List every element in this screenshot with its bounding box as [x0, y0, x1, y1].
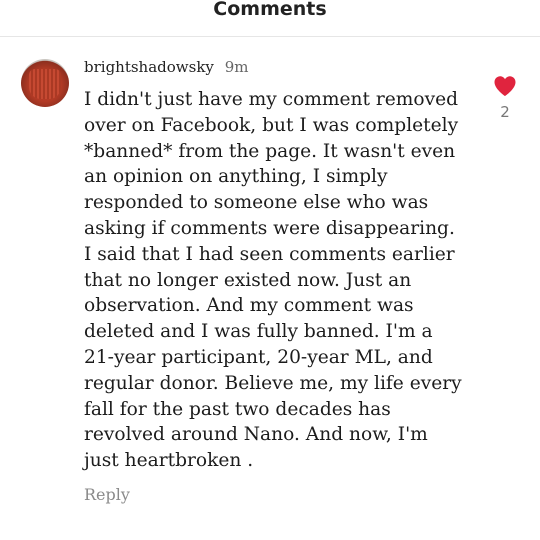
comment-line: asking if comments were disappearing.	[84, 217, 455, 239]
comment-item: brightshadowsky 9m I didn't just have my…	[0, 37, 540, 540]
comment-line: I didn't just have my comment removed	[84, 89, 459, 110]
avatar-image	[29, 69, 61, 99]
comment-line: responded to someone else who was	[84, 192, 429, 214]
comment-line: an opinion on anything, I simply	[84, 166, 388, 188]
reply-button[interactable]: Reply	[84, 485, 130, 505]
comment-line: over on Facebook, but I was completely	[84, 114, 459, 136]
comment-line: regular donor. Believe me, my life every	[84, 372, 462, 394]
comment-line: *banned* from the page. It wasn't even	[84, 140, 456, 162]
comment-username[interactable]: brightshadowsky	[84, 58, 214, 76]
page-title: Comments	[213, 0, 327, 20]
comment-line: that no longer existed now. Just an	[84, 269, 412, 291]
header-bar: Comments	[0, 0, 540, 37]
comment-timestamp: 9m	[224, 58, 249, 76]
comment-body: I didn't just have my comment removed ov…	[84, 87, 484, 474]
comment-line: I said that I had seen comments earlier	[84, 243, 455, 265]
comment-line: fall for the past two decades has	[84, 398, 391, 420]
comment-line: 21-year participant, 20-year ML, and	[84, 346, 433, 368]
comment-line: just heartbroken .	[84, 450, 254, 472]
comment-line: revolved around Nano. And now, I'm	[84, 424, 428, 446]
comment-line: observation. And my comment was	[84, 295, 414, 317]
heart-icon	[494, 76, 516, 96]
like-button[interactable]: 2	[490, 75, 520, 121]
comment-meta: brightshadowsky 9m	[84, 57, 248, 77]
comment-line: deleted and I was fully banned. I'm a	[84, 321, 433, 343]
avatar[interactable]	[21, 59, 69, 107]
like-count: 2	[500, 103, 510, 121]
